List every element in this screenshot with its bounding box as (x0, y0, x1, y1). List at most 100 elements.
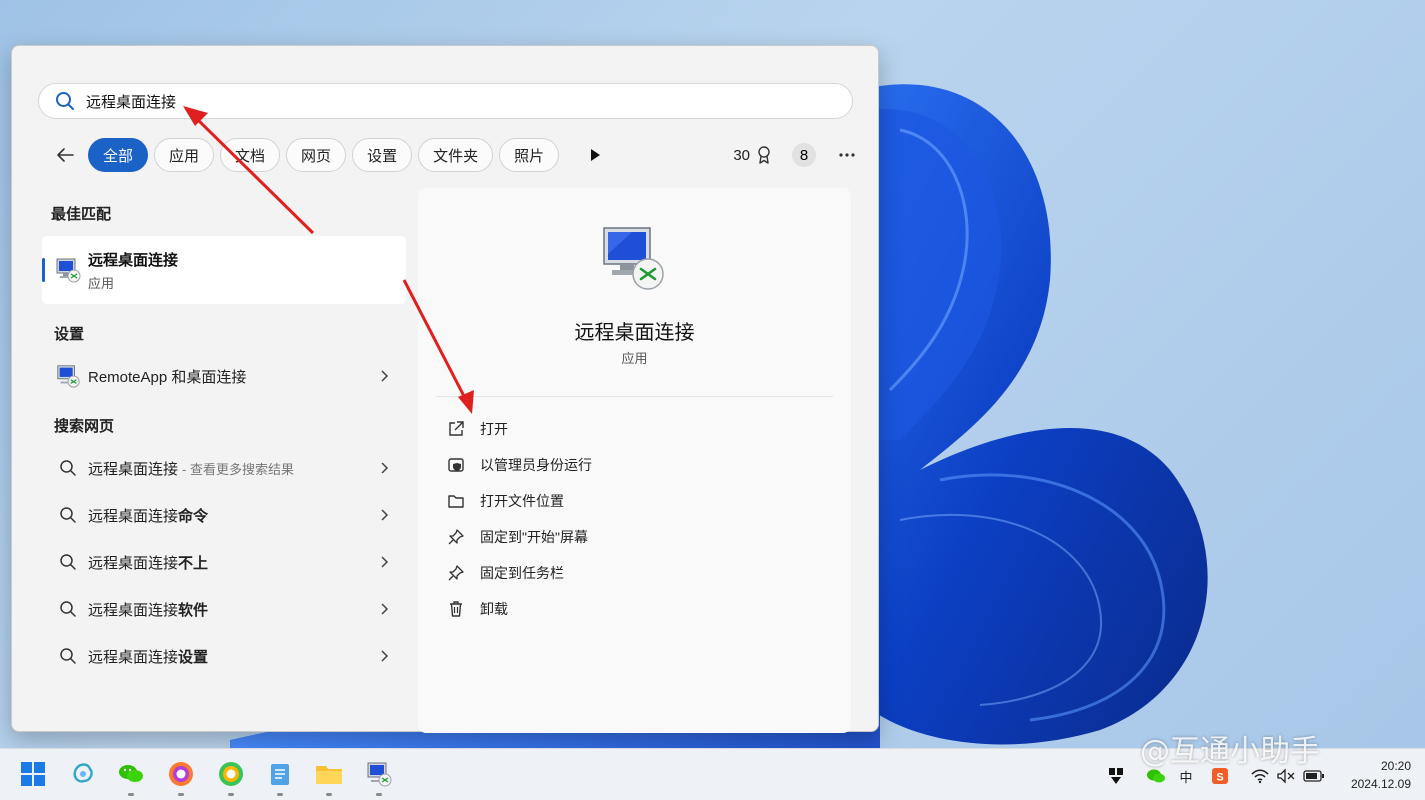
svg-text:S: S (1216, 772, 1223, 784)
filter-chip-settings[interactable]: 设置 (352, 138, 413, 172)
action-pin-to-start[interactable]: 固定到"开始"屏幕 (446, 522, 588, 552)
filter-chip-folders[interactable]: 文件夹 (418, 138, 494, 172)
search-icon (56, 92, 74, 110)
ellipsis-icon (839, 153, 855, 157)
web-result-text: 远程桌面连接设置 (88, 648, 209, 666)
start-search-panel: 全部 应用 文档 网页 设置 文件夹 照片 30 8 (11, 45, 879, 733)
preview-divider (436, 396, 833, 397)
clock[interactable]: 20:20 2024.12.09 (1351, 757, 1411, 793)
folder-icon (316, 766, 342, 784)
remote-desktop-large-icon (603, 227, 664, 290)
web-result-item[interactable]: 远程桌面连接不上 (42, 542, 406, 582)
action-label: 以管理员身份运行 (480, 457, 592, 473)
windows-logo-icon (21, 762, 45, 786)
folder-icon (446, 491, 466, 511)
filter-chip-documents[interactable]: 文档 (220, 138, 281, 172)
web-result-item[interactable]: 远程桌面连接设置 (42, 636, 406, 676)
settings-item-remoteapp[interactable]: RemoteApp 和桌面连接 (42, 356, 406, 396)
back-button[interactable] (52, 142, 78, 168)
wifi-icon (1251, 769, 1269, 784)
chevron-right-icon (381, 462, 389, 474)
action-open[interactable]: 打开 (446, 414, 508, 444)
best-match-name: 远程桌面连接 (88, 252, 179, 269)
running-indicator (228, 793, 234, 796)
search-box[interactable] (38, 83, 853, 119)
web-result-item[interactable]: 远程桌面连接软件 (42, 589, 406, 629)
volume-muted-icon (1277, 768, 1295, 784)
preview-type: 应用 (621, 351, 648, 366)
browser-icon (169, 762, 193, 786)
web-result-text: 远程桌面连接不上 (88, 554, 209, 572)
search-icon (54, 501, 82, 529)
taskbar-app-browser-1[interactable] (166, 759, 196, 796)
search-input[interactable] (86, 92, 786, 110)
shield-icon (446, 455, 466, 475)
action-pin-to-taskbar[interactable]: 固定到任务栏 (446, 558, 564, 588)
rewards-points[interactable]: 30 (733, 145, 774, 165)
chevron-right-icon (381, 650, 389, 662)
filter-chip-web[interactable]: 网页 (286, 138, 347, 172)
filter-bar: 全部 应用 文档 网页 设置 文件夹 照片 30 8 (52, 138, 858, 172)
action-label: 打开 (480, 421, 508, 437)
wechat-icon (119, 765, 143, 782)
web-result-text: 远程桌面连接 (88, 460, 179, 478)
trash-icon (446, 599, 466, 619)
start-button[interactable] (18, 759, 48, 789)
settings-heading: 设置 (54, 326, 85, 343)
search-icon (54, 548, 82, 576)
selection-indicator (42, 258, 45, 282)
action-run-as-admin[interactable]: 以管理员身份运行 (446, 450, 592, 480)
clock-date: 2024.12.09 (1350, 777, 1411, 791)
taskbar-app-remote-desktop[interactable] (364, 759, 394, 796)
rewards-points-value: 30 (733, 146, 750, 164)
action-uninstall[interactable]: 卸载 (446, 594, 508, 624)
running-indicator (128, 793, 134, 796)
action-label: 打开文件位置 (480, 493, 564, 509)
running-indicator (178, 793, 184, 796)
search-icon (54, 595, 82, 623)
clock-time: 20:20 (1380, 759, 1411, 773)
browser-icon (219, 762, 243, 786)
running-indicator (277, 793, 283, 796)
taskbar-app-wechat[interactable] (116, 759, 146, 796)
best-match-item[interactable]: 远程桌面连接 应用 (42, 236, 406, 304)
tray-app-icon[interactable] (1101, 761, 1131, 791)
web-result-text: 远程桌面连接软件 (88, 601, 209, 619)
filter-chip-all[interactable]: 全部 (88, 138, 149, 172)
chevron-right-icon (381, 370, 389, 382)
web-result-item[interactable]: 远程桌面连接 - 查看更多搜索结果 (42, 448, 406, 488)
preview-pane: 远程桌面连接 应用 打开 以管理员身份运行 打开文件位置 固定到"开始"屏幕 固… (418, 188, 851, 733)
action-open-file-location[interactable]: 打开文件位置 (446, 486, 564, 516)
search-icon (54, 454, 82, 482)
web-search-heading: 搜索网页 (54, 418, 115, 435)
settings-item-label: RemoteApp 和桌面连接 (88, 368, 247, 386)
web-result-item[interactable]: 远程桌面连接命令 (42, 495, 406, 535)
filter-chip-photos[interactable]: 照片 (499, 138, 560, 172)
app-tray-icon (1109, 768, 1123, 784)
remote-desktop-icon (367, 762, 392, 787)
trophy-icon (758, 146, 770, 164)
battery-icon (1303, 770, 1324, 782)
web-result-subtext: - 查看更多搜索结果 (182, 461, 294, 477)
remoteapp-icon (54, 362, 82, 390)
best-match-type: 应用 (88, 276, 115, 291)
web-result-text: 远程桌面连接命令 (88, 507, 209, 525)
chevron-right-icon (381, 603, 389, 615)
filter-chip-apps[interactable]: 应用 (154, 138, 215, 172)
notepad-icon (271, 764, 289, 785)
account-badge[interactable]: 8 (792, 143, 816, 167)
action-label: 卸载 (480, 601, 508, 617)
taskbar-app-copilot[interactable] (68, 759, 98, 789)
taskbar-app-notepad[interactable] (265, 759, 295, 796)
pin-icon (446, 563, 466, 583)
remote-desktop-icon (56, 258, 81, 283)
play-icon (591, 149, 601, 161)
more-options-button[interactable] (836, 152, 858, 158)
action-label: 固定到"开始"屏幕 (480, 529, 588, 545)
taskbar-app-file-explorer[interactable] (314, 759, 344, 796)
chevron-right-icon (381, 509, 389, 521)
best-match-heading: 最佳匹配 (51, 206, 112, 223)
action-label: 固定到任务栏 (480, 565, 564, 581)
taskbar-app-browser-2[interactable] (216, 759, 246, 796)
more-filters-button[interactable] (581, 141, 609, 169)
